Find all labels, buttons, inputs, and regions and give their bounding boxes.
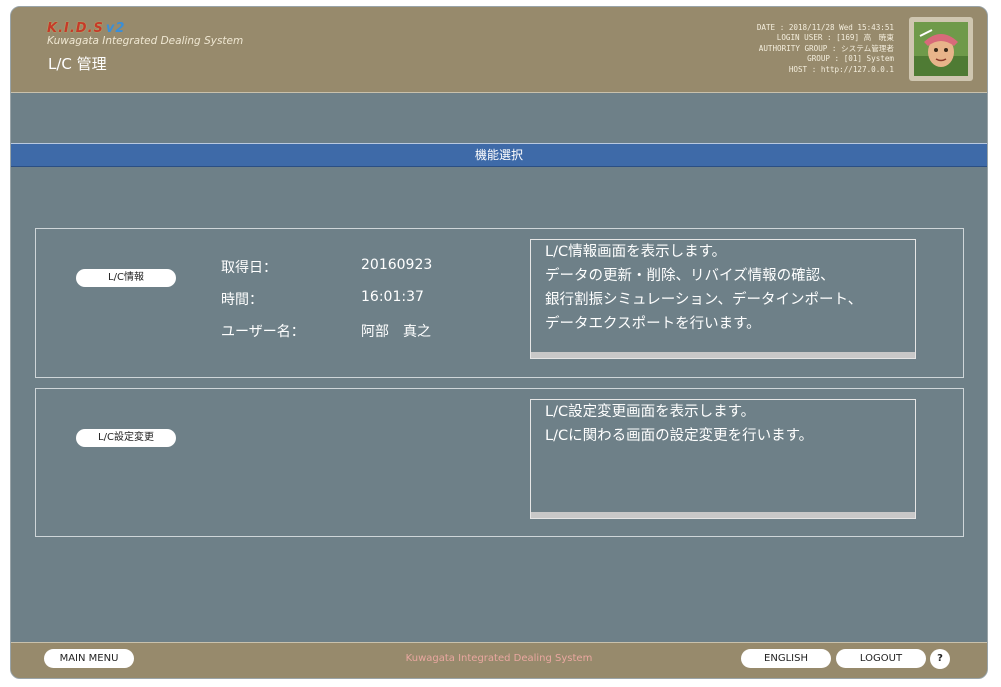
lc-settings-description: L/C設定変更画面を表示します。 L/Cに関わる画面の設定変更を行います。 <box>530 399 916 519</box>
description-line: 銀行割振シミュレーション、データインポート、 <box>545 292 863 308</box>
user-name-label: ユーザー名： <box>221 324 305 340</box>
user-name-value: 阿部 真之 <box>361 324 431 340</box>
time-label: 時間： <box>221 292 263 308</box>
avatar-image <box>914 22 968 76</box>
acquired-date-value: 20160923 <box>361 257 433 273</box>
time-value: 16:01:37 <box>361 289 424 305</box>
description-scrollbar[interactable] <box>531 512 915 518</box>
lc-info-description: L/C情報画面を表示します。 データの更新・削除、リバイズ情報の確認、 銀行割振… <box>530 239 916 359</box>
lc-settings-button[interactable]: L/C設定変更 <box>76 429 176 447</box>
help-button[interactable]: ? <box>930 649 950 669</box>
logout-button[interactable]: LOGOUT <box>836 649 926 668</box>
info-authority-group: AUTHORITY GROUP : システム管理者 <box>758 43 894 53</box>
description-line: L/C設定変更画面を表示します。 <box>545 404 756 420</box>
info-host: HOST : http://127.0.0.1 <box>788 64 894 74</box>
logo-version: v2 <box>105 21 126 36</box>
description-line: L/Cに関わる画面の設定変更を行います。 <box>545 428 814 444</box>
header: K.I.D.S v2 Kuwagata Integrated Dealing Sy… <box>11 7 987 93</box>
lc-info-panel: L/C情報 取得日： 20160923 時間： 16:01:37 ユーザー名： … <box>35 228 964 378</box>
description-line: データの更新・削除、リバイズ情報の確認、 <box>545 268 835 284</box>
lc-settings-panel: L/C設定変更 L/C設定変更画面を表示します。 L/Cに関わる画面の設定変更を… <box>35 388 964 537</box>
logo-main: K.I.D.S <box>47 21 104 36</box>
info-date: DATE : 2018/11/28 Wed 15:43:51 <box>756 23 894 32</box>
section-band: 機能選択 <box>11 143 987 167</box>
footer: MAIN MENU Kuwagata Integrated Dealing Sy… <box>11 642 987 678</box>
english-button[interactable]: ENGLISH <box>741 649 831 668</box>
info-login-user: LOGIN USER : [169] 高 暁東 <box>776 33 894 43</box>
acquired-date-label: 取得日： <box>221 260 277 276</box>
info-group: GROUP : [01] System <box>807 54 894 64</box>
logo-subtitle: Kuwagata Integrated Dealing System <box>47 35 244 47</box>
description-scrollbar[interactable] <box>531 352 915 358</box>
description-line: L/C情報画面を表示します。 <box>545 244 727 260</box>
app-logo: K.I.D.S v2 <box>47 21 125 36</box>
lc-info-button[interactable]: L/C情報 <box>76 269 176 287</box>
avatar[interactable] <box>909 17 973 81</box>
session-info: DATE : 2018/11/28 Wed 15:43:51 LOGIN USE… <box>757 23 894 75</box>
app-window: K.I.D.S v2 Kuwagata Integrated Dealing Sy… <box>10 6 988 679</box>
page-title: L/C 管理 <box>48 55 107 73</box>
description-line: データエクスポートを行います。 <box>545 316 761 332</box>
